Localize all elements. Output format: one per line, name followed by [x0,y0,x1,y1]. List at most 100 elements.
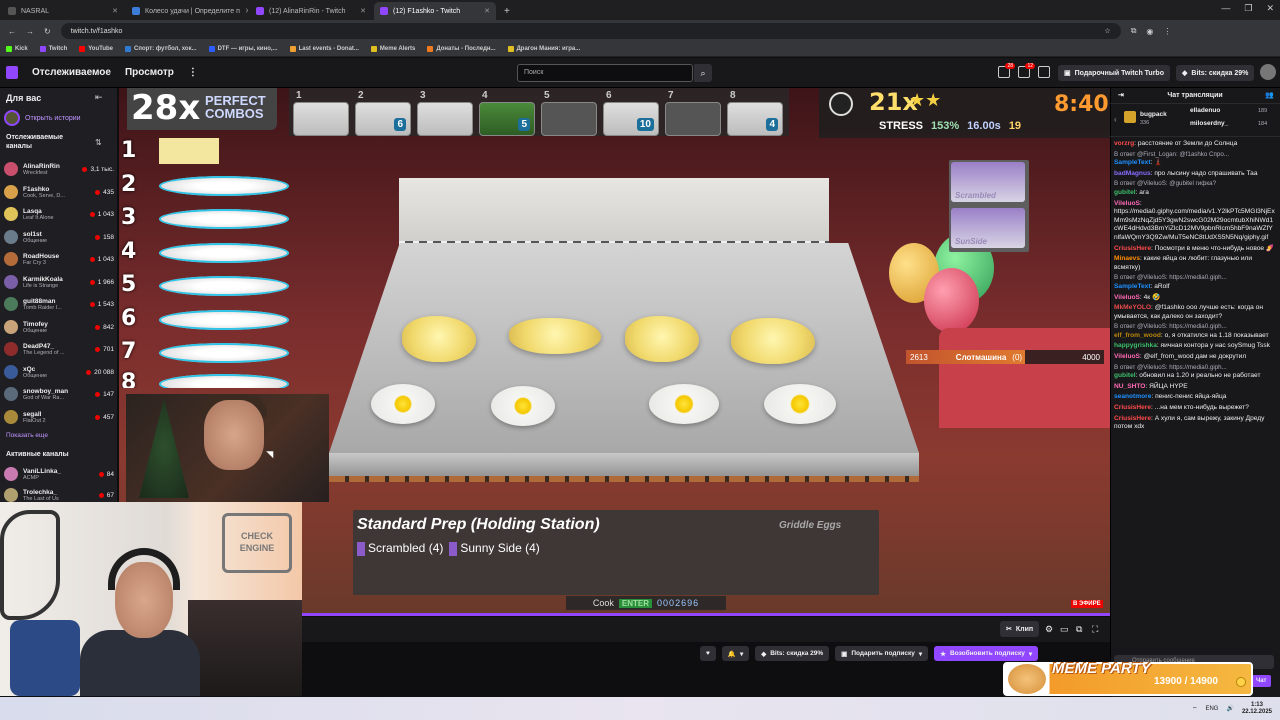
sort-icon[interactable]: ⇅ [95,138,102,147]
order-ticket[interactable]: 5 [541,90,597,136]
sidebar-channel[interactable]: Timofey Общение 842 [4,316,114,338]
fullscreen-icon[interactable]: ⛶ [1092,624,1098,635]
bookmark[interactable]: Twitch [39,46,67,52]
chat-username[interactable]: gubitel [1114,189,1136,196]
leaderboard-user[interactable]: bugpack [1140,111,1167,118]
minimize-icon[interactable]: — [1221,3,1230,14]
browser-tab[interactable]: Колесо удачи | Определите п ✕ [126,2,248,20]
video-progress-bar[interactable] [302,613,1110,616]
chat-send-button[interactable]: Чат [1252,675,1271,687]
chat-username[interactable]: VileluoS [1114,200,1140,207]
bits-button[interactable]: ◆ Bits: скидка 29% [755,646,830,661]
bookmark[interactable]: Драгон Мания: игра... [507,46,580,52]
sidebar-channel[interactable]: DeadP47_ The Legend of ... 701 [4,338,114,360]
gift-sub-button[interactable]: ▣ Подарить подписку ▾ [835,646,929,661]
sunny-side-egg[interactable] [649,384,719,424]
maximize-icon[interactable]: ❐ [1244,3,1252,14]
chevron-left-icon[interactable]: ‹ [1114,115,1117,124]
browser-tab[interactable]: (12) AlinaRinRin - Twitch ✕ [250,2,372,20]
sunny-side-egg[interactable] [764,384,836,424]
chat-username[interactable]: NU_SHTO [1114,383,1145,390]
users-icon[interactable]: 👥 [1265,88,1274,104]
prime-icon[interactable]: 28 [998,63,1015,78]
close-tab-icon[interactable]: ✕ [360,7,366,15]
browser-tab-active[interactable]: (12) F1ashko - Twitch ✕ [374,2,496,20]
order-row[interactable]: 3 [119,203,289,233]
nav-browse[interactable]: Просмотр [125,67,174,78]
sidebar-channel[interactable]: guit88man Tomb Raider I... 1 543 [4,293,114,315]
order-ticket[interactable]: 84 [727,90,783,136]
order-row[interactable]: 4 [119,237,289,267]
follow-heart-button[interactable]: ♥ [700,646,716,661]
clip-button[interactable]: ✂ Клип [1000,621,1040,637]
chat-username[interactable]: CriusisHere [1114,415,1151,422]
chat-username[interactable]: gubitel [1114,372,1136,379]
search-input[interactable]: Поиск [517,64,693,82]
user-avatar[interactable] [1260,64,1276,80]
sidebar-channel[interactable]: xQc Общение 20 088 [4,361,114,383]
chat-reply-context[interactable]: В ответ @VileluoS: https://media0.giph..… [1114,274,1276,283]
scrambled-egg[interactable] [731,318,815,364]
order-row[interactable]: 2 [119,170,289,200]
sidebar-channel[interactable]: KarmikKoala Life is Strange 1 966 [4,271,114,293]
scrambled-egg[interactable] [402,316,476,362]
bookmark[interactable]: DTF — игры, кино,... [208,46,278,52]
profile-icon[interactable]: ◉ [1146,27,1153,36]
order-ticket[interactable]: 6 10 [603,90,659,136]
sidebar-channel[interactable]: RoadHouse Far Cry 3 1 043 [4,248,114,270]
chat-reply-context[interactable]: В ответ @VileluoS: https://media0.giph..… [1114,364,1276,373]
nav-following[interactable]: Отслеживаемое [32,67,111,78]
sidebar-channel[interactable]: F1ashko Cook, Serve, D... 435 [4,181,114,203]
order-row[interactable]: 5 [119,270,289,300]
sidebar-channel[interactable]: VaniLLinka_ ACMP 84 [4,463,114,485]
chat-username[interactable]: SampleText [1114,283,1151,290]
chat-reply-context[interactable]: В ответ @VileluoS: https://media0.giph..… [1114,323,1276,332]
stories-button[interactable]: Открыть истории [4,110,81,126]
order-ticket[interactable]: 26 [355,90,411,136]
collapse-chat-icon[interactable]: ⇥ [1118,88,1124,104]
chat-username[interactable]: VileluoS [1114,353,1140,360]
popout-icon[interactable]: ⧉ [1076,624,1082,635]
chat-username[interactable]: vorzrg [1114,140,1134,147]
chat-username[interactable]: MkMeYOLO [1114,304,1151,311]
new-tab-icon[interactable]: + [504,6,510,17]
order-row[interactable]: 6 [119,304,289,334]
resubscribe-button[interactable]: ★ Возобновить подписку ▾ [934,646,1039,661]
order-row[interactable]: 1 [119,136,289,166]
notifications-icon[interactable]: 12 [1018,63,1035,78]
wifi-icon[interactable]: ⌔ [1192,705,1198,713]
order-row[interactable]: 8 [119,368,289,388]
enter-key-badge[interactable]: ENTER [618,598,653,608]
show-more-link[interactable]: Показать еще [6,432,48,439]
chat-reply-context[interactable]: В ответ @VileluoS: @gubitel гифка? [1114,180,1276,189]
close-tab-icon[interactable]: ✕ [484,7,490,15]
order-ticket[interactable]: 3 [417,90,473,136]
bookmark[interactable]: Last events - Donat... [289,46,359,52]
bookmark[interactable]: Kick [6,46,28,52]
back-icon[interactable]: ← [8,27,16,36]
settings-icon[interactable]: ⚙ [1045,624,1053,635]
gift-turbo-button[interactable]: ▣ Подарочный Twitch Turbo [1058,65,1170,81]
bookmark[interactable]: YouTube [79,46,113,52]
sidebar-channel[interactable]: Lasqa Leaf It Alone 1 043 [4,203,114,225]
bookmark-star-icon[interactable]: ☆ [1104,27,1110,35]
sidebar-channel[interactable]: snowboy_man God of War Ra... 147 [4,383,114,405]
sunny-side-egg[interactable] [491,386,555,426]
bookmark[interactable]: Донаты - Последн... [427,46,496,52]
leaderboard-user[interactable]: elladenuo [1190,107,1220,114]
language-indicator[interactable]: ENG [1205,706,1218,712]
close-tab-icon[interactable]: ✕ [245,7,248,15]
chat-username[interactable]: SampleText [1114,159,1151,166]
order-row[interactable]: 7 [119,337,289,367]
browser-tab[interactable]: NASRAL ✕ [2,2,124,20]
sidebar-channel[interactable]: AlinaRinRin Wreckfest 3,1 тыс. [4,158,114,180]
sidebar-channel[interactable]: segall FlatOut 2 457 [4,406,114,428]
chat-username[interactable]: CriusisHere [1114,245,1151,252]
close-tab-icon[interactable]: ✕ [112,7,118,15]
extensions-icon[interactable]: ⧉ [1131,26,1137,36]
chat-username[interactable]: elf_from_wood [1114,332,1161,339]
nav-more-icon[interactable]: ⋮ [188,67,198,78]
theatre-icon[interactable]: ▭ [1060,624,1069,635]
volume-icon[interactable]: 🔊 [1226,705,1233,712]
chat-username[interactable]: happygrishka [1114,342,1157,349]
